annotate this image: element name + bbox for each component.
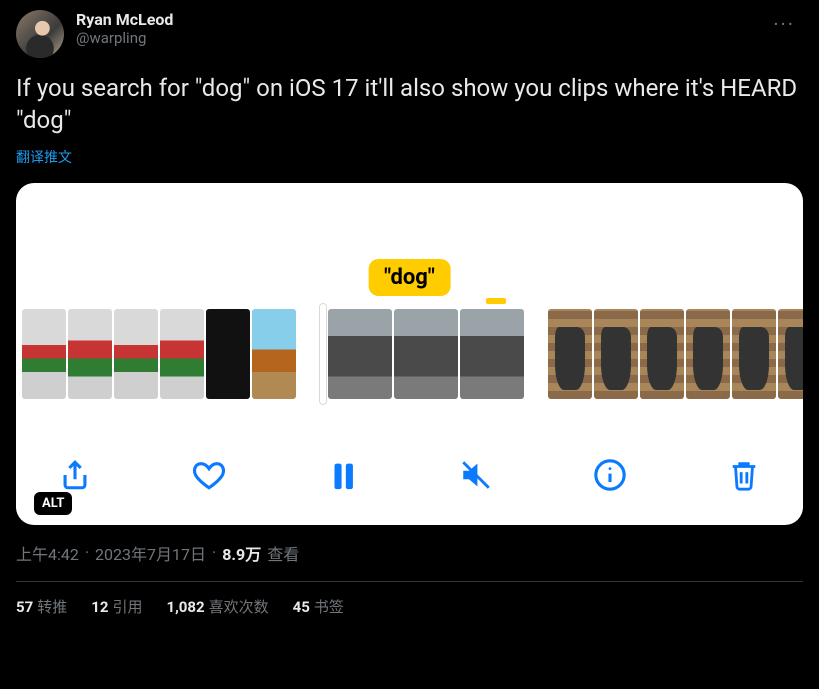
alt-badge[interactable]: ALT [34,492,72,511]
divider [16,581,803,582]
likes[interactable]: 1,082 喜欢次数 [166,596,268,617]
speaker-muted-icon[interactable] [459,458,493,492]
display-name: Ryan McLeod [76,10,173,29]
more-button[interactable]: ··· [765,10,803,38]
thumbnail[interactable] [160,309,204,399]
views-count: 8.9万 [222,541,261,565]
retweets[interactable]: 57转推 [16,596,67,617]
thumbnail[interactable] [594,309,638,399]
share-icon[interactable] [58,458,92,492]
alt-badge-label: ALT [34,492,72,515]
thumbnail[interactable] [22,309,66,399]
tweet-text: If you search for "dog" on iOS 17 it'll … [16,72,803,137]
quotes[interactable]: 12引用 [91,596,142,617]
time[interactable]: 上午4:42 [16,541,79,565]
thumbnail[interactable] [686,309,730,399]
caption-bubble: "dog" [368,259,451,296]
info-icon[interactable] [593,458,627,492]
stats-row: 57转推 12引用 1,082 喜欢次数 45书签 [16,596,803,617]
quotes-label: 引用 [112,598,142,616]
clip-group-3[interactable] [548,309,803,405]
quotes-count: 12 [91,598,108,616]
thumbnail[interactable] [640,309,684,399]
bookmarks[interactable]: 45书签 [293,596,344,617]
pause-icon[interactable] [326,458,360,492]
thumbnail[interactable] [460,309,524,399]
handle: @warpling [76,29,173,47]
retweets-label: 转推 [37,598,67,616]
tweet-header: Ryan McLeod @warpling ··· [16,10,803,58]
filmstrip[interactable] [16,309,803,405]
thumbnail[interactable] [394,309,458,399]
dot-separator: · [212,543,216,562]
thumbnail[interactable] [68,309,112,399]
thumbnail[interactable] [252,309,296,399]
thumbnail[interactable] [206,309,250,399]
playhead[interactable] [320,304,326,404]
heart-icon[interactable] [192,458,226,492]
likes-label: 喜欢次数 [209,598,269,616]
thumbnail[interactable] [548,309,592,399]
clip-group-2[interactable] [320,309,524,405]
date[interactable]: 2023年7月17日 [95,541,206,565]
bookmarks-count: 45 [293,598,310,616]
thumbnail[interactable] [732,309,776,399]
media-card[interactable]: "dog" [16,183,803,525]
bookmarks-label: 书签 [314,598,344,616]
dot-separator: · [85,543,89,562]
likes-count: 1,082 [166,598,204,616]
views-label: 查看 [267,541,299,565]
thumbnail[interactable] [114,309,158,399]
caption-tick [486,298,506,304]
avatar[interactable] [16,10,64,58]
thumbnail[interactable] [778,309,803,399]
trash-icon[interactable] [727,458,761,492]
tweet: Ryan McLeod @warpling ··· If you search … [16,10,803,617]
media-toolbar [16,447,803,503]
retweets-count: 57 [16,598,33,616]
author-names[interactable]: Ryan McLeod @warpling [76,10,173,47]
thumbnail[interactable] [328,309,392,399]
meta-row: 上午4:42 · 2023年7月17日 · 8.9万 查看 [16,541,803,565]
clip-group-1[interactable] [22,309,296,405]
translate-link[interactable]: 翻译推文 [16,147,803,167]
